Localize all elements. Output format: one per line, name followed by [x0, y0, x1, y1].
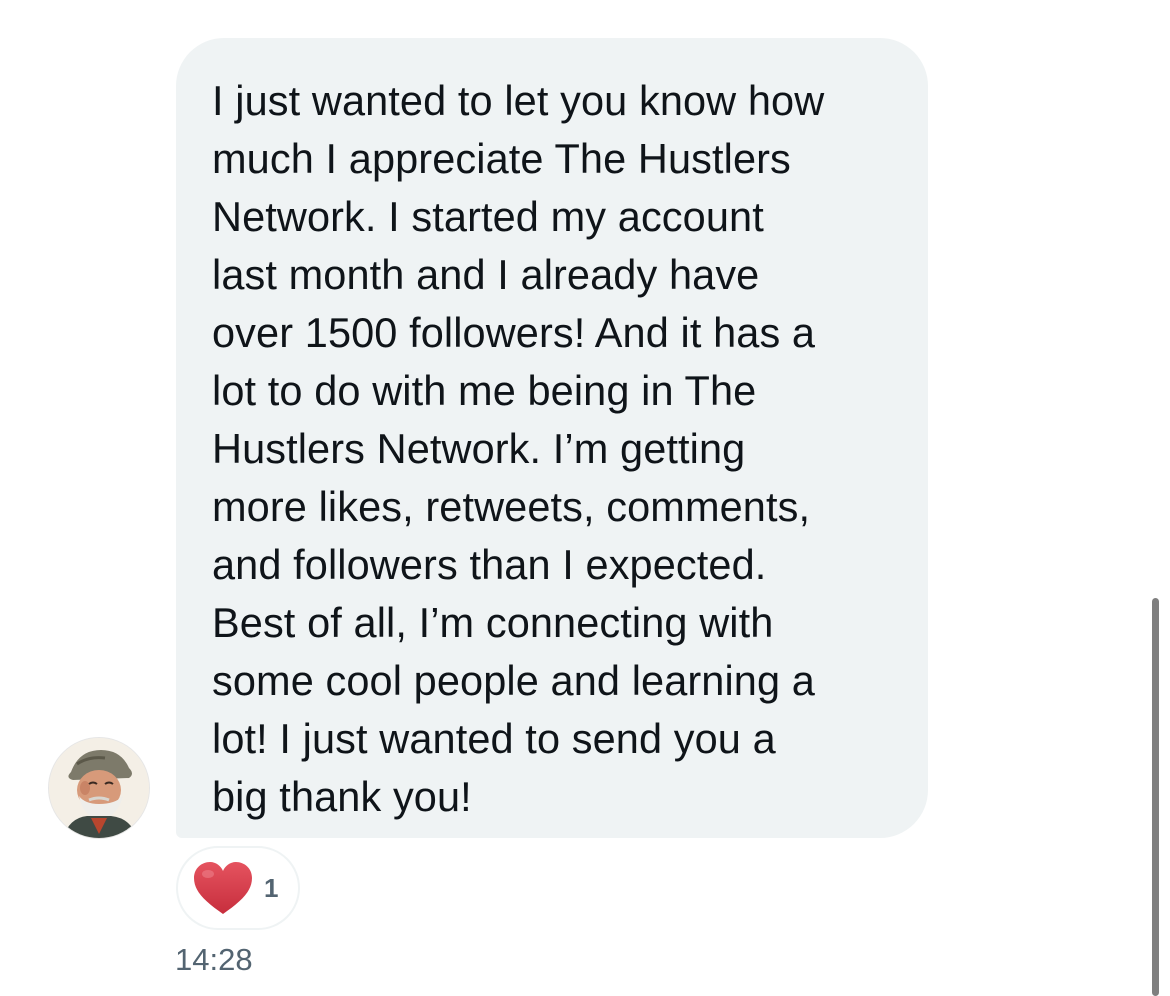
scrollbar-thumb[interactable] [1152, 598, 1159, 996]
conversation-view: I just wanted to let you know how much I… [0, 0, 1170, 996]
heart-icon [194, 862, 252, 914]
message-bubble[interactable]: I just wanted to let you know how much I… [176, 38, 928, 838]
message-timestamp: 14:28 [175, 942, 253, 977]
avatar-image [49, 738, 149, 838]
scrollbar[interactable] [1000, 0, 1170, 996]
reaction-count: 1 [264, 872, 279, 903]
message-text: I just wanted to let you know how much I… [212, 77, 825, 820]
reaction-button[interactable]: 1 [176, 846, 300, 930]
sender-avatar[interactable] [48, 737, 150, 839]
